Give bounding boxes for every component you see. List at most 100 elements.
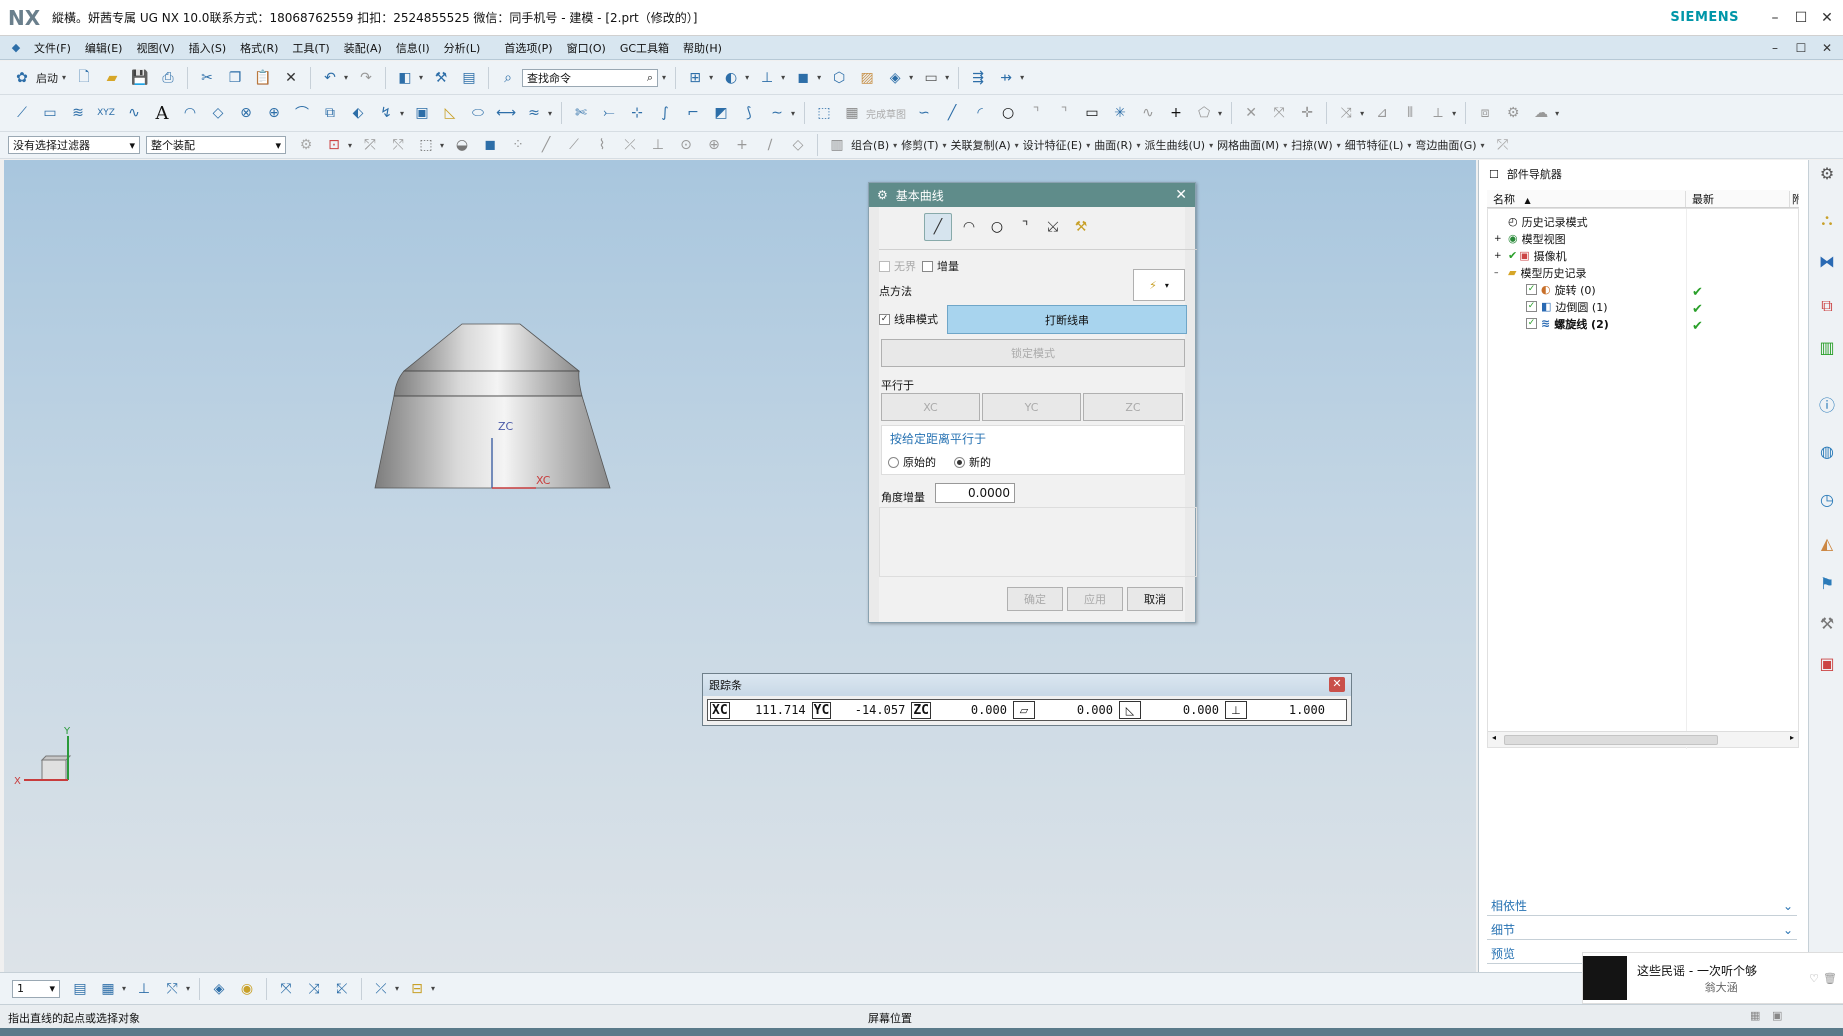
menu-associative-copy[interactable]: 关联复制(A)	[951, 137, 1011, 153]
line-type-icon[interactable]: ╱	[924, 213, 952, 241]
original-radio[interactable]	[888, 456, 899, 468]
tree-item-history-mode[interactable]: ◴ 历史记录模式	[1494, 213, 1588, 230]
menu-trim[interactable]: 修剪(T)	[901, 137, 938, 153]
constraint-dropdown-icon[interactable]: ▾	[1360, 109, 1364, 118]
tracking-bar-close-icon[interactable]: ✕	[1329, 677, 1345, 692]
status-icon[interactable]: ▣	[1772, 1009, 1782, 1022]
sweep-dropdown-icon[interactable]: ▾	[1337, 141, 1341, 150]
xc-input[interactable]: 111.714	[730, 703, 810, 717]
measure-icon[interactable]: ⚒	[430, 67, 452, 89]
offset-icon[interactable]: ⬠	[1193, 102, 1215, 124]
dimension-icon[interactable]: ⊿	[1371, 102, 1393, 124]
parallel-zc-button[interactable]: ZC	[1083, 393, 1183, 421]
snap-quadrant-icon[interactable]: ⊕	[703, 134, 725, 156]
extract-icon[interactable]: ▣	[411, 102, 433, 124]
column-latest[interactable]: 最新	[1685, 190, 1789, 207]
open-folder-icon[interactable]: ▰	[101, 67, 123, 89]
search-dropdown-icon[interactable]: ▾	[662, 73, 666, 82]
minimize-button[interactable]: –	[1765, 10, 1785, 26]
menu-derived-curve[interactable]: 派生曲线(U)	[1144, 137, 1205, 153]
invert-icon[interactable]: ◉	[236, 978, 258, 1000]
menu-edit[interactable]: 编辑(E)	[78, 40, 130, 56]
snap-mid-icon[interactable]: ⟋	[563, 134, 585, 156]
string-mode-checkbox[interactable]: ✓	[879, 313, 890, 325]
undo-dropdown-icon[interactable]: ▾	[344, 73, 348, 82]
tool-dropdown-icon[interactable]: ▾	[1555, 109, 1559, 118]
edit-curve-icon[interactable]: ∼	[766, 102, 788, 124]
show-hide-icon[interactable]: ◈	[208, 978, 230, 1000]
ruler-icon[interactable]: ⊟	[406, 978, 428, 1000]
join-curve-icon[interactable]: ⧉	[319, 102, 341, 124]
menu-preferences[interactable]: 首选项(P)	[497, 40, 559, 56]
dialog-titlebar[interactable]: ⚙ 基本曲线 ✕	[869, 183, 1195, 207]
expand-icon[interactable]: +	[1494, 251, 1508, 261]
doc-restore-button[interactable]: ☐	[1791, 41, 1811, 55]
make-corner-icon[interactable]: ✛	[1296, 102, 1318, 124]
part-navigator-icon[interactable]: ⧉	[1816, 296, 1838, 318]
measure-dropdown-icon[interactable]: ▾	[395, 984, 399, 993]
role-icon[interactable]: ⚑	[1816, 574, 1838, 596]
start-dropdown-icon[interactable]: ▾	[62, 73, 66, 82]
fit-dropdown-icon[interactable]: ▾	[709, 73, 713, 82]
detail-dropdown-icon[interactable]: ▾	[1407, 141, 1411, 150]
system-scene-icon[interactable]: ⚒	[1816, 614, 1838, 636]
quick-extend-icon[interactable]: ⤧	[1268, 102, 1290, 124]
menu-app-icon[interactable]: ◆	[8, 40, 24, 56]
sketch-icon[interactable]: ⬚	[813, 102, 835, 124]
trim-dropdown-icon[interactable]: ▾	[943, 141, 947, 150]
point-curve-icon[interactable]: ⟋	[11, 102, 33, 124]
column-name[interactable]: 名称 ▲	[1487, 191, 1685, 207]
combine-icon[interactable]: ▥	[826, 134, 848, 156]
command-finder-icon[interactable]: ⌕	[497, 67, 519, 89]
ruler-dropdown-icon[interactable]: ▾	[431, 984, 435, 993]
horizontal-scrollbar[interactable]: ◂ ▸	[1488, 731, 1798, 747]
menu-window[interactable]: 窗口(O)	[560, 40, 613, 56]
fillet-type-icon[interactable]: ⌝	[1014, 216, 1036, 238]
scrollbar-thumb[interactable]	[1504, 735, 1718, 745]
graphics-window[interactable]: ZC XC Y X	[4, 160, 1476, 972]
scroll-left-icon[interactable]: ◂	[1492, 733, 1496, 742]
move-object-icon[interactable]: ⤧	[275, 978, 297, 1000]
studio-spline-icon[interactable]: ∿	[1137, 102, 1159, 124]
filter-reset-icon[interactable]: ⚙	[295, 134, 317, 156]
show-constraints-icon[interactable]: ⦀	[1399, 102, 1421, 124]
increment-checkbox[interactable]	[922, 260, 933, 272]
constraint-icon[interactable]: ⤨	[1335, 102, 1357, 124]
menu-mesh-surface[interactable]: 网格曲面(M)	[1217, 137, 1279, 153]
point-method-dropdown[interactable]: ⚡ ▾	[1133, 269, 1185, 301]
chamfer-sketch-icon[interactable]: ⌝	[1053, 102, 1075, 124]
select-faces-icon[interactable]: ◒	[451, 134, 473, 156]
zc-input[interactable]: 0.000	[931, 703, 1011, 717]
select-feature-icon[interactable]: ⤱	[359, 134, 381, 156]
snap-intersect-icon[interactable]: ⤫	[619, 134, 641, 156]
cancel-button[interactable]: 取消	[1127, 587, 1183, 611]
create-tool-icon[interactable]: ⧈	[1474, 102, 1496, 124]
sketch-dropdown-icon[interactable]: ▾	[1218, 109, 1222, 118]
snap-center-icon[interactable]: ⊙	[675, 134, 697, 156]
arc-type-icon[interactable]: ◠	[958, 216, 980, 238]
web-browser-icon[interactable]: ◍	[1816, 442, 1838, 464]
assembly-navigator-icon[interactable]: ⛬	[1816, 210, 1838, 232]
visibility-checkbox[interactable]: ✓	[1526, 284, 1537, 295]
palette-icon[interactable]: ◭	[1816, 534, 1838, 556]
corner-icon[interactable]: ⌐	[682, 102, 704, 124]
bridge-curve-icon[interactable]: ⌒	[291, 102, 313, 124]
visibility-checkbox[interactable]: ✓	[1526, 318, 1537, 329]
dialog-close-icon[interactable]: ✕	[1175, 187, 1187, 203]
unbounded-checkbox[interactable]	[879, 260, 890, 272]
menu-surface[interactable]: 曲面(R)	[1094, 137, 1132, 153]
scroll-right-icon[interactable]: ▸	[1790, 733, 1794, 742]
manage-tool-icon[interactable]: ⚙	[1502, 102, 1524, 124]
start-icon[interactable]: ✿	[11, 67, 33, 89]
snap-end-icon[interactable]: ╱	[535, 134, 557, 156]
section-icon[interactable]: ⇶	[967, 67, 989, 89]
copy-dropdown-icon[interactable]: ▾	[1015, 141, 1019, 150]
offset-input[interactable]: 1.000	[1247, 703, 1329, 717]
select-solid-icon[interactable]: ◼	[479, 134, 501, 156]
orient-dropdown-icon[interactable]: ▾	[909, 73, 913, 82]
move-to-layer-icon[interactable]: ▦	[97, 978, 119, 1000]
redo-icon[interactable]: ↷	[355, 67, 377, 89]
dependency-panel[interactable]: 相依性 ⌄	[1487, 896, 1797, 916]
wcs-origin-icon[interactable]: ⊥	[133, 978, 155, 1000]
rect-select-icon[interactable]: ⬚	[415, 134, 437, 156]
